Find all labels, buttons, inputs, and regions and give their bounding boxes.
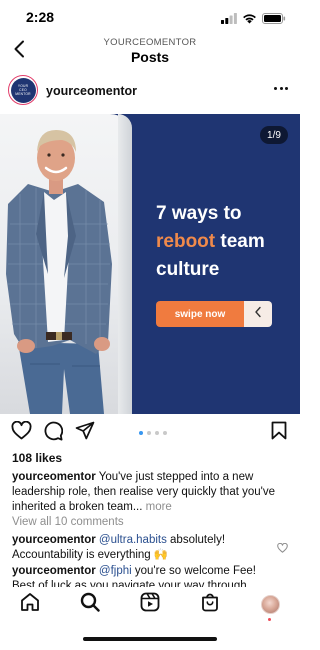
home-indicator	[83, 637, 217, 641]
more-horizontal-icon-dot	[285, 87, 288, 90]
swipe-now-button[interactable]: swipe now	[156, 301, 272, 327]
more-options-button[interactable]	[274, 87, 288, 90]
comment-mention[interactable]: @ultra.habits	[96, 534, 167, 546]
page-header: YOURCEOMENTOR Posts	[0, 34, 300, 68]
status-icons	[221, 11, 286, 29]
comment-item: yourceomentor @ultra.habits absolutely! …	[12, 533, 274, 563]
status-time: 2:28	[26, 9, 55, 25]
account-label: YOURCEOMENTOR	[103, 37, 197, 48]
nav-profile[interactable]	[258, 592, 282, 616]
profile-avatar	[260, 594, 280, 614]
comment-mention[interactable]: @fjphi	[96, 565, 132, 577]
heart-icon	[11, 420, 32, 445]
share-button[interactable]	[74, 421, 96, 445]
swipe-arrow	[244, 301, 272, 327]
post-headline: 7 ways to reboot team culture	[156, 200, 296, 284]
avatar-logo: YOUR CEO MENTOR	[10, 77, 36, 103]
comment-username[interactable]: yourceomentor	[12, 565, 96, 577]
caption-more-link[interactable]: more	[142, 501, 172, 513]
headline-line-2: team	[215, 231, 265, 252]
carousel-dot	[163, 431, 167, 435]
notification-dot	[268, 618, 271, 621]
page-title: Posts	[130, 49, 170, 65]
likes-count[interactable]: 108 likes	[12, 451, 62, 465]
nav-search[interactable]	[78, 592, 102, 616]
nav-home[interactable]	[18, 592, 42, 616]
wifi-icon	[242, 11, 257, 29]
home-icon	[20, 592, 40, 617]
carousel-dot	[147, 431, 151, 435]
headline-accent: reboot	[156, 231, 216, 252]
post-username[interactable]: yourceomentor	[46, 84, 137, 98]
more-horizontal-icon-dot	[279, 87, 283, 90]
shop-icon	[200, 592, 220, 617]
comment-button[interactable]	[42, 421, 64, 446]
chevron-left-icon	[254, 305, 262, 323]
headline-line-1: 7 ways to	[156, 203, 242, 224]
post-avatar[interactable]: YOUR CEO MENTOR	[8, 75, 38, 105]
post-caption: yourceomentor You've just stepped into a…	[12, 470, 294, 515]
carousel-dot-active	[139, 431, 143, 435]
headline-line-3: culture	[156, 259, 220, 280]
bookmark-icon	[271, 421, 287, 445]
like-button[interactable]	[10, 420, 32, 445]
avatar-logo-line: MENTOR	[15, 92, 31, 96]
post-actions	[0, 420, 300, 448]
battery-icon	[262, 11, 286, 29]
heart-icon	[277, 540, 288, 557]
save-button[interactable]	[268, 421, 290, 445]
carousel-dot	[155, 431, 159, 435]
reels-icon	[140, 592, 160, 617]
caption-username[interactable]: yourceomentor	[12, 471, 96, 483]
more-horizontal-icon	[274, 87, 277, 90]
man-portrait-illustration	[6, 130, 112, 414]
carousel-dots	[139, 431, 167, 435]
carousel-counter: 1/9	[260, 126, 288, 144]
view-all-comments-link[interactable]: View all 10 comments	[12, 516, 124, 528]
signal-icon	[221, 11, 237, 29]
post-header: YOUR CEO MENTOR yourceomentor	[0, 72, 300, 112]
send-icon	[75, 421, 95, 445]
post-image[interactable]: 1/9 7 ways to reboot team culture swipe …	[0, 114, 300, 414]
swipe-now-label: swipe now	[156, 301, 244, 327]
nav-reels[interactable]	[138, 592, 162, 616]
status-bar: 2:28	[0, 0, 300, 34]
comment-icon	[43, 421, 64, 446]
comment-username[interactable]: yourceomentor	[12, 534, 96, 546]
comment-like-button[interactable]	[277, 540, 288, 558]
search-icon	[80, 592, 100, 617]
nav-shop[interactable]	[198, 592, 222, 616]
